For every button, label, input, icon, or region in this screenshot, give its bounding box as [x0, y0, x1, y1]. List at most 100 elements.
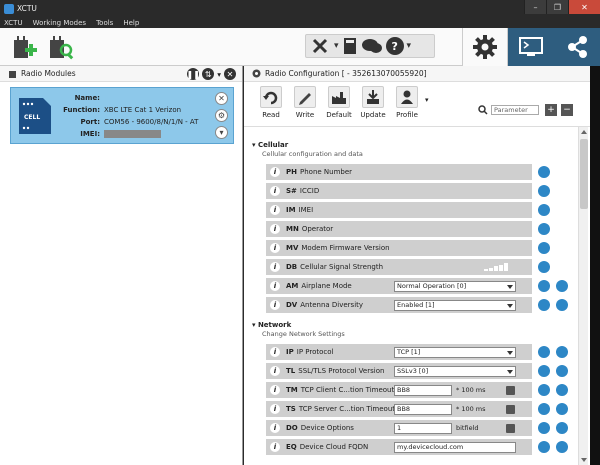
refresh-icon[interactable]	[538, 204, 550, 216]
network-section-header[interactable]: ▾ Network Change Network Settings	[252, 321, 345, 338]
tools-icon[interactable]	[310, 37, 332, 55]
info-icon[interactable]: i	[270, 366, 280, 376]
write-param-icon[interactable]	[556, 403, 568, 415]
info-icon[interactable]: i	[270, 243, 280, 253]
tls-version-select[interactable]: SSLv3 [0]	[394, 365, 516, 377]
calculator-icon[interactable]	[506, 385, 515, 395]
info-icon[interactable]: i	[270, 300, 280, 310]
calculator-icon[interactable]	[506, 404, 515, 414]
write-param-icon[interactable]	[556, 365, 568, 377]
radio-configuration-header: Radio Configuration [ - 352613070055920]	[244, 66, 590, 82]
tools-group: ▾ ? ▾	[305, 34, 435, 58]
info-icon[interactable]: i	[270, 423, 280, 433]
ip-protocol-select[interactable]: TCP [1]	[394, 346, 516, 358]
airplane-mode-select[interactable]: Normal Operation [0]	[394, 280, 516, 292]
info-icon[interactable]: i	[270, 224, 280, 234]
default-button[interactable]: Default	[324, 86, 354, 119]
scroll-up-icon[interactable]	[581, 130, 587, 134]
refresh-icon[interactable]	[538, 261, 550, 273]
menu-working-modes[interactable]: Working Modes	[33, 19, 87, 27]
app-icon	[4, 3, 14, 14]
profile-button[interactable]: Profile	[392, 86, 422, 119]
radio-module-card[interactable]: CELL Name: Function: XBC LTE Cat 1 Verizo…	[10, 87, 234, 144]
parameters-scrollbar[interactable]	[578, 127, 588, 465]
info-icon[interactable]: i	[270, 442, 280, 452]
module-expand-icon[interactable]: ▾	[215, 126, 228, 139]
tcp-server-timeout-input[interactable]: BB8	[394, 403, 452, 415]
calculator-icon[interactable]	[506, 423, 515, 433]
expand-all-icon[interactable]: +	[545, 104, 557, 116]
configuration-mode-tab[interactable]	[462, 28, 508, 66]
add-device-button[interactable]	[10, 32, 40, 62]
info-icon[interactable]: i	[270, 347, 280, 357]
info-icon[interactable]: i	[270, 186, 280, 196]
close-button[interactable]: ✕	[568, 0, 600, 14]
refresh-icon[interactable]	[538, 384, 550, 396]
remove-all-icon[interactable]: ✕	[224, 68, 236, 80]
help-dropdown-icon[interactable]: ▾	[407, 41, 412, 51]
module-config-icon[interactable]: ⚙	[215, 109, 228, 122]
refresh-icon[interactable]	[538, 422, 550, 434]
menu-tools[interactable]: Tools	[96, 19, 113, 27]
refresh-icon[interactable]	[538, 223, 550, 235]
write-param-icon[interactable]	[556, 422, 568, 434]
menu-xctu[interactable]: XCTU	[4, 19, 23, 27]
refresh-icon[interactable]	[538, 185, 550, 197]
info-icon[interactable]: i	[270, 262, 280, 272]
refresh-icon[interactable]	[538, 346, 550, 358]
menu-help[interactable]: Help	[123, 19, 139, 27]
info-icon[interactable]: i	[270, 385, 280, 395]
write-param-icon[interactable]	[556, 280, 568, 292]
refresh-icon[interactable]	[538, 280, 550, 292]
pause-icon[interactable]: ❚❚	[187, 68, 200, 80]
refresh-icon[interactable]	[538, 441, 550, 453]
sort-icon[interactable]: ⇅	[202, 68, 215, 80]
refresh-icon[interactable]	[538, 403, 550, 415]
antenna-diversity-select[interactable]: Enabled [1]	[394, 299, 516, 311]
device-options-input[interactable]: 1	[394, 422, 452, 434]
discover-devices-button[interactable]	[46, 32, 76, 62]
chat-icon[interactable]	[361, 37, 383, 55]
calculator-icon[interactable]	[341, 37, 359, 55]
help-icon[interactable]: ?	[385, 36, 405, 56]
radio-configuration-title: Radio Configuration [ - 352613070055920]	[265, 69, 427, 78]
refresh-icon[interactable]	[538, 166, 550, 178]
scrollbar-thumb[interactable]	[580, 139, 588, 209]
tools-dropdown-icon[interactable]: ▾	[334, 41, 339, 51]
write-param-icon[interactable]	[556, 441, 568, 453]
parameter-search-input[interactable]: Parameter	[491, 105, 539, 115]
port-label: Port:	[80, 118, 100, 126]
sort-dropdown-icon[interactable]: ▾	[217, 70, 221, 79]
info-icon[interactable]: i	[270, 404, 280, 414]
remove-module-icon[interactable]: ✕	[215, 92, 228, 105]
write-param-icon[interactable]	[556, 384, 568, 396]
write-param-icon[interactable]	[556, 299, 568, 311]
module-image-label: CELL	[24, 114, 40, 121]
cellular-section-description: Cellular configuration and data	[262, 150, 363, 158]
device-cloud-fqdn-input[interactable]: my.devicecloud.com	[394, 441, 516, 453]
collapse-all-icon[interactable]: −	[561, 104, 573, 116]
info-icon[interactable]: i	[270, 167, 280, 177]
update-button[interactable]: Update	[358, 86, 388, 119]
write-button[interactable]: Write	[290, 86, 320, 119]
cellular-section-header[interactable]: ▾ Cellular Cellular configuration and da…	[252, 141, 363, 158]
tcp-client-timeout-input[interactable]: BB8	[394, 384, 452, 396]
scroll-down-icon[interactable]	[581, 458, 587, 462]
network-mode-tab[interactable]	[554, 28, 600, 66]
write-param-icon[interactable]	[556, 346, 568, 358]
info-icon[interactable]: i	[270, 281, 280, 291]
minimize-button[interactable]: –	[524, 0, 546, 14]
network-section-title: Network	[257, 321, 292, 329]
radio-modules-header: Radio Modules ❚❚ ⇅ ▾ ✕	[0, 66, 242, 82]
param-row-mn: i MN Operator	[266, 221, 532, 237]
refresh-icon[interactable]	[538, 365, 550, 377]
function-value: XBC LTE Cat 1 Verizon	[104, 106, 182, 114]
maximize-button[interactable]: ❐	[546, 0, 568, 14]
console-mode-tab[interactable]	[508, 28, 554, 66]
tcp-server-timeout-unit: * 100 ms	[456, 405, 486, 413]
info-icon[interactable]: i	[270, 205, 280, 215]
profile-dropdown-icon[interactable]: ▾	[425, 96, 429, 104]
refresh-icon[interactable]	[538, 242, 550, 254]
refresh-icon[interactable]	[538, 299, 550, 311]
read-button[interactable]: Read	[256, 86, 286, 119]
